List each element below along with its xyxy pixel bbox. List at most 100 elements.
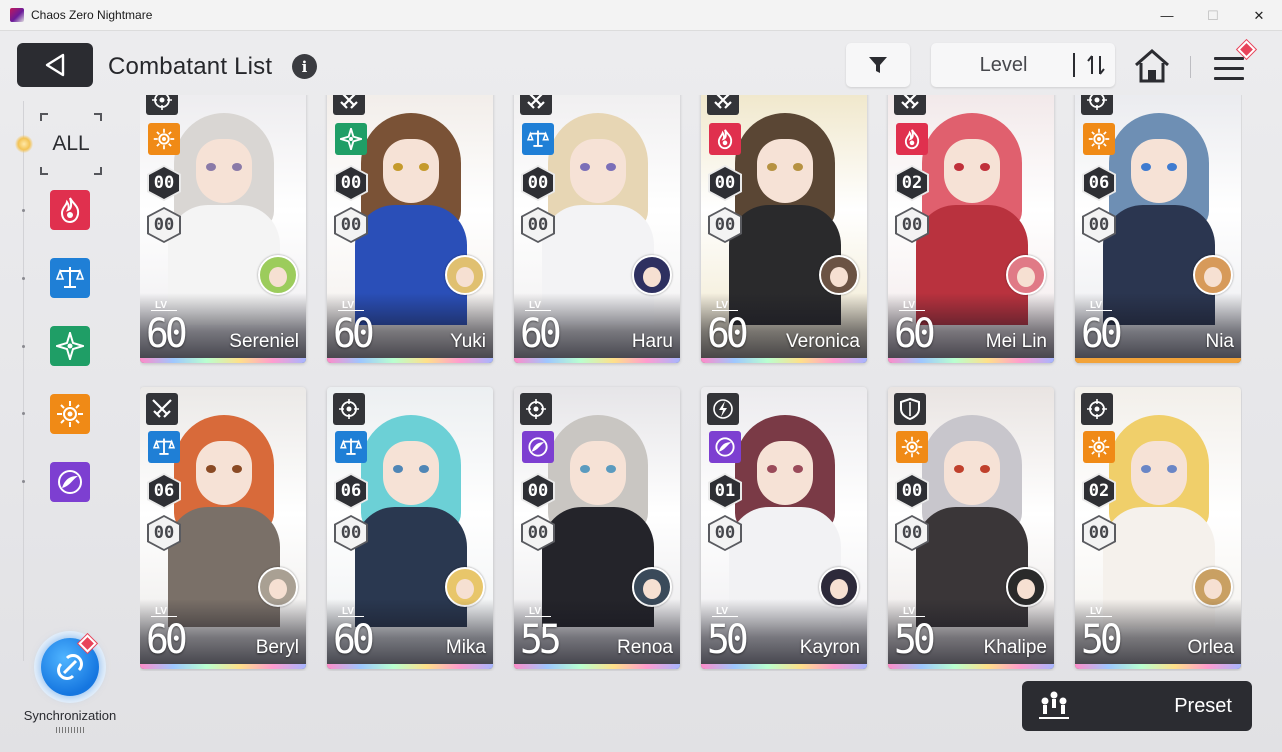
flame-icon <box>60 197 80 224</box>
close-window-button[interactable]: ✕ <box>1236 0 1282 31</box>
portrait-eye <box>580 465 590 473</box>
home-button[interactable] <box>1131 46 1173 86</box>
rank-value: 06 <box>336 475 366 507</box>
element-instinct-icon <box>1083 123 1115 155</box>
crossed-swords-icon <box>520 95 552 115</box>
character-name: Kayron <box>799 637 860 658</box>
portrait-face <box>196 139 252 203</box>
combatant-card[interactable]: 02 00 LV 60 Mei Lin <box>888 95 1054 363</box>
level-value: 60 <box>520 309 562 357</box>
filter-all-button[interactable]: ALL <box>40 113 102 175</box>
portrait-eye <box>606 163 616 171</box>
combatant-card[interactable]: 00 00 LV 55 Renoa <box>514 387 680 669</box>
crossed-swords-icon <box>707 95 739 115</box>
element-passion-icon <box>709 123 741 155</box>
character-name: Renoa <box>617 637 673 658</box>
partner-avatar <box>445 255 485 295</box>
portrait-eye <box>580 163 590 171</box>
window-title: Chaos Zero Nightmare <box>31 8 153 22</box>
combatant-card[interactable]: 01 00 LV 50 Kayron <box>701 387 867 669</box>
rarity-bar <box>888 358 1054 363</box>
back-arrow-icon <box>45 53 65 77</box>
partner-face <box>269 267 287 287</box>
sort-label: Level <box>979 53 1028 76</box>
rail-dot <box>22 209 25 212</box>
portrait-face <box>383 441 439 505</box>
page-title: Combatant List <box>108 53 273 80</box>
character-name: Khalipe <box>983 637 1047 658</box>
portrait-eye <box>206 163 216 171</box>
portrait-eye <box>419 163 429 171</box>
partner-avatar <box>632 255 672 295</box>
main-menu-button[interactable] <box>1210 40 1258 89</box>
crossed-swords-icon <box>894 95 926 115</box>
potential-value: 00 <box>710 517 740 549</box>
partner-avatar <box>258 255 298 295</box>
character-name: Veronica <box>786 331 860 352</box>
rank-value: 02 <box>897 167 927 199</box>
level-value: 60 <box>146 309 188 357</box>
element-justice-icon <box>335 123 367 155</box>
synchronization-button[interactable]: Synchronization <box>20 631 120 741</box>
combatant-card[interactable]: 06 00 LV 60 Beryl <box>140 387 306 669</box>
sort-dropdown[interactable]: Level <box>931 43 1115 87</box>
partner-face <box>269 579 287 599</box>
preset-label: Preset <box>1174 694 1232 717</box>
rank-value: 01 <box>710 475 740 507</box>
potential-value: 00 <box>336 517 366 549</box>
filter-justice-button[interactable] <box>50 326 90 366</box>
combatant-card[interactable]: 00 00 LV 60 Sereniel <box>140 95 306 363</box>
combatant-card[interactable]: 00 00 LV 60 Veronica <box>701 95 867 363</box>
character-name: Haru <box>631 331 673 352</box>
filter-button[interactable] <box>846 43 910 87</box>
filter-instinct-button[interactable] <box>50 394 90 434</box>
level-value: 60 <box>1081 309 1123 357</box>
filter-all-label: ALL <box>52 132 90 155</box>
level-value: 50 <box>1081 615 1123 663</box>
crossed-swords-icon <box>146 393 178 425</box>
filter-passion-button[interactable] <box>50 190 90 230</box>
funnel-icon <box>869 57 887 73</box>
rarity-bar <box>888 664 1054 669</box>
portrait-eye <box>954 465 964 473</box>
element-instinct-icon <box>896 431 928 463</box>
rail-dot <box>22 345 25 348</box>
corner-bracket <box>94 113 102 121</box>
portrait-eye <box>232 465 242 473</box>
back-button[interactable] <box>17 43 93 87</box>
portrait-face <box>570 139 626 203</box>
info-button[interactable]: i <box>292 54 317 79</box>
combatant-card[interactable]: 00 00 LV 60 Yuki <box>327 95 493 363</box>
filter-order-button[interactable] <box>50 258 90 298</box>
level-value: 50 <box>707 615 749 663</box>
level-value: 60 <box>333 309 375 357</box>
rank-value: 00 <box>336 167 366 199</box>
minimize-button[interactable]: — <box>1144 0 1190 31</box>
potential-value: 00 <box>1084 209 1114 241</box>
potential-value: 00 <box>336 209 366 241</box>
preset-button[interactable]: Preset <box>1022 681 1252 731</box>
portrait-face <box>757 139 813 203</box>
rank-value: 06 <box>149 475 179 507</box>
filter-void-button[interactable] <box>50 462 90 502</box>
sort-order-toggle[interactable] <box>1077 43 1115 87</box>
partner-face <box>456 579 474 599</box>
crosshair-icon <box>333 393 365 425</box>
combatant-card[interactable]: 06 00 LV 60 Mika <box>327 387 493 669</box>
portrait-face <box>757 441 813 505</box>
maximize-button[interactable]: ☐ <box>1190 0 1236 31</box>
combatant-card[interactable]: 06 00 LV 60 Nia <box>1075 95 1241 363</box>
rail-dot <box>22 277 25 280</box>
combatant-grid: 00 00 LV 60 Sereniel 00 00 LV 60 Yuki 00… <box>140 95 1242 671</box>
combatant-card[interactable]: 00 00 LV 50 Khalipe <box>888 387 1054 669</box>
menu-icon-line <box>1214 77 1244 80</box>
level-value: 55 <box>520 615 562 663</box>
header-separator <box>1190 56 1191 78</box>
combatant-card[interactable]: 02 00 LV 50 Orlea <box>1075 387 1241 669</box>
sync-link-icon <box>57 654 83 680</box>
combatant-card[interactable]: 00 00 LV 60 Haru <box>514 95 680 363</box>
partner-avatar <box>819 255 859 295</box>
level-value: 50 <box>894 615 936 663</box>
team-formation-icon <box>1039 691 1069 719</box>
level-value: 60 <box>333 615 375 663</box>
